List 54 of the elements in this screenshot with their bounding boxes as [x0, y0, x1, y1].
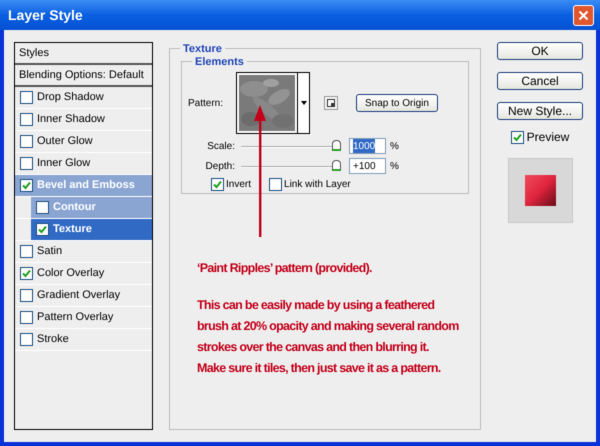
slider-thumb[interactable] — [332, 160, 341, 171]
unit-label: % — [390, 160, 399, 174]
checkbox[interactable] — [20, 91, 33, 104]
checkbox[interactable] — [510, 130, 524, 144]
style-item[interactable]: Inner Shadow — [15, 109, 152, 130]
checkbox[interactable] — [20, 311, 33, 324]
style-item[interactable]: Outer Glow — [15, 131, 152, 152]
number-field[interactable]: +100 — [349, 158, 386, 174]
checkbox[interactable] — [20, 135, 33, 148]
annotation-text: This can be easily made by using a feathered brush at 20% opacity and making several random strokes over the canvas and then blurring it. Make sure it tiles, then just save it as a pattern. — [197, 297, 459, 377]
blending-options-item[interactable]: Blending Options: Default — [19, 66, 144, 84]
dialog-button[interactable]: New Style... — [497, 102, 583, 120]
style-item[interactable]: Inner Glow — [15, 153, 152, 174]
checkbox[interactable] — [211, 178, 224, 191]
checkbox-label: Invert — [226, 178, 252, 192]
checkbox[interactable] — [20, 179, 33, 192]
close-button[interactable] — [573, 4, 594, 26]
snap-to-origin-button[interactable]: Snap to Origin — [356, 94, 438, 112]
page-icon — [327, 99, 335, 107]
slider-label: Depth: — [204, 160, 235, 174]
slider-label: Scale: — [206, 140, 235, 154]
new-preset-button[interactable] — [324, 96, 338, 110]
checkbox[interactable] — [20, 245, 33, 258]
checkbox[interactable] — [20, 289, 33, 302]
style-item[interactable]: Gradient Overlay — [15, 285, 152, 306]
style-item[interactable]: Pattern Overlay — [15, 307, 152, 328]
preview-label: Preview — [526, 129, 570, 146]
annotation-title: ‘Paint Ripples’ pattern (provided). — [197, 260, 373, 277]
checkbox[interactable] — [20, 157, 33, 170]
checkbox[interactable] — [36, 201, 49, 214]
checkbox[interactable] — [269, 178, 282, 191]
checkbox[interactable] — [20, 113, 33, 126]
style-item[interactable]: Color Overlay — [15, 263, 152, 284]
window-title: Layer Style — [8, 6, 83, 25]
pattern-picker[interactable] — [236, 72, 310, 134]
dialog-button[interactable]: OK — [497, 42, 583, 60]
caret-icon — [300, 101, 306, 105]
checkbox[interactable] — [20, 333, 33, 346]
close-icon — [578, 10, 589, 20]
dialog-button[interactable]: Cancel — [497, 72, 583, 90]
pattern-label: Pattern: — [188, 96, 224, 110]
style-item[interactable]: Texture — [31, 219, 152, 240]
style-item[interactable]: Drop Shadow — [15, 87, 152, 108]
number-field[interactable]: 1000 — [349, 138, 386, 154]
style-item[interactable]: Satin — [15, 241, 152, 262]
checkbox-label: Link with Layer — [284, 178, 351, 192]
checkbox[interactable] — [20, 267, 33, 280]
checkbox[interactable] — [36, 223, 49, 236]
slider-thumb[interactable] — [332, 140, 341, 151]
styles-header: Styles — [19, 46, 49, 61]
preview-square — [524, 175, 556, 206]
unit-label: % — [390, 140, 399, 154]
style-item[interactable]: Stroke — [15, 329, 152, 350]
slider-track[interactable] — [241, 140, 341, 152]
